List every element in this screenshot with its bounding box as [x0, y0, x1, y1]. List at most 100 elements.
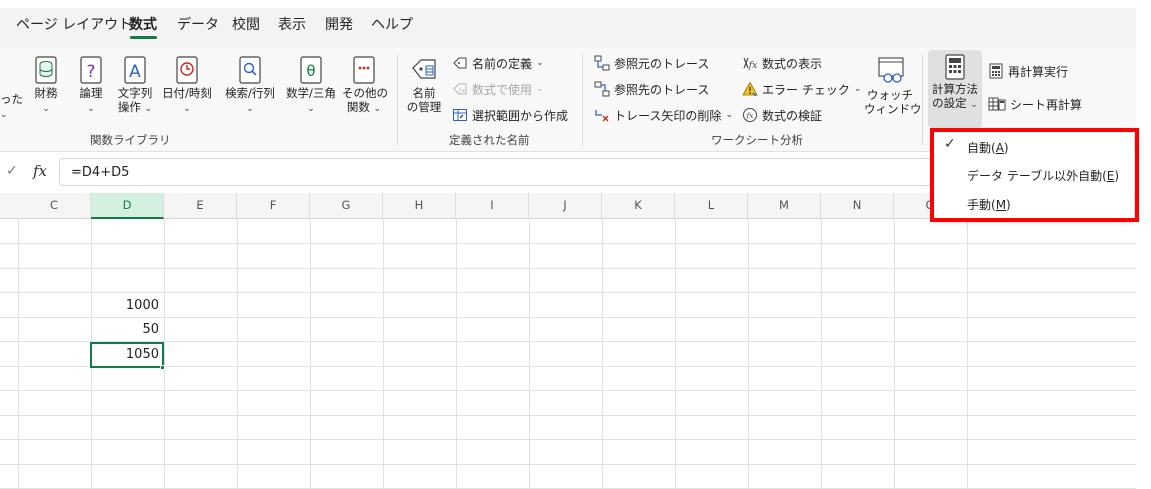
- column-header-m[interactable]: M: [748, 193, 821, 219]
- check-icon[interactable]: ✓: [6, 163, 18, 179]
- column-header-g[interactable]: G: [310, 193, 383, 219]
- column-header-f[interactable]: F: [237, 193, 310, 219]
- text-a-icon: A: [124, 56, 146, 84]
- tab-review[interactable]: 校閲: [232, 14, 260, 34]
- question-icon: ?: [80, 56, 102, 84]
- tag-formula-icon: fx: [453, 83, 467, 95]
- calculator-small-icon: [989, 63, 1003, 79]
- active-cell-border: [90, 342, 164, 368]
- grid-column-line: [456, 219, 457, 488]
- watch-window-label1: ウォッチ: [867, 88, 913, 102]
- lookup-reference-button[interactable]: 検索/行列 ⌄: [220, 56, 280, 116]
- trace-dependents-icon: [594, 81, 610, 97]
- chevron-down-icon: ⌄: [0, 110, 8, 120]
- svg-text:θ: θ: [306, 62, 315, 80]
- column-header-l[interactable]: L: [675, 193, 748, 219]
- clock-icon: [176, 56, 198, 84]
- chevron-down-icon: ⌄: [536, 84, 544, 94]
- insert-function-icon[interactable]: fx: [33, 162, 47, 180]
- cell-d4[interactable]: 1000: [91, 294, 163, 318]
- watch-glasses-icon: [878, 57, 904, 83]
- group-label-formula-auditing: ワークシート分析: [711, 133, 803, 147]
- column-header-h[interactable]: H: [383, 193, 456, 219]
- column-header-c[interactable]: C: [18, 193, 91, 219]
- create-from-selection-button[interactable]: 選択範囲から作成: [452, 105, 568, 125]
- logical-button[interactable]: ? 論理 ⌄: [74, 56, 108, 116]
- grid-row-line: [0, 243, 1136, 244]
- grid-row-line: [0, 414, 1136, 416]
- tab-data[interactable]: データ: [177, 14, 219, 34]
- column-header-n[interactable]: N: [821, 193, 894, 219]
- calculate-sheet-icon: [988, 97, 1006, 111]
- grid-column-line: [237, 219, 238, 488]
- highlight-box: [930, 128, 1139, 222]
- tab-developer[interactable]: 開発: [325, 14, 353, 34]
- grid-column-line: [310, 219, 311, 488]
- more-functions-label1: その他の: [342, 86, 388, 100]
- svg-text:fx: fx: [459, 87, 466, 95]
- define-name-label: 名前の定義: [472, 56, 533, 71]
- evaluate-formula-label: 数式の検証: [762, 108, 823, 123]
- grid-row-line: [0, 439, 1136, 440]
- grid-column-line: [164, 219, 165, 488]
- error-checking-button[interactable]: エラー チェック ⌄: [742, 79, 861, 99]
- group-label-function-library: 関数ライブラリ: [90, 133, 171, 147]
- column-header-i[interactable]: I: [456, 193, 529, 219]
- grid-column-line: [821, 219, 822, 488]
- define-name-button[interactable]: 名前の定義 ⌄: [452, 53, 544, 73]
- show-formulas-label: 数式の表示: [762, 56, 823, 71]
- text-functions-button[interactable]: A 文字列 操作 ⌄: [114, 56, 156, 116]
- tab-formulas[interactable]: 数式: [129, 14, 157, 34]
- name-tag-icon: [412, 59, 436, 79]
- formula-input[interactable]: [59, 158, 959, 186]
- remove-arrows-button[interactable]: トレース矢印の削除 ⌄: [594, 105, 733, 125]
- fill-handle[interactable]: [160, 365, 165, 370]
- more-functions-label2: 関数: [346, 100, 370, 114]
- column-header-j[interactable]: J: [529, 193, 602, 219]
- evaluate-formula-button[interactable]: fx 数式の検証: [742, 105, 822, 125]
- calculate-sheet-button[interactable]: シート再計算: [988, 94, 1082, 114]
- tab-view[interactable]: 表示: [278, 14, 306, 34]
- tab-page-layout[interactable]: ページ レイアウト: [16, 14, 132, 34]
- group-label-defined-names: 定義された名前: [449, 133, 530, 147]
- chevron-down-icon: ⌄: [853, 84, 862, 94]
- use-in-formula-button[interactable]: fx 数式で使用 ⌄: [452, 79, 544, 99]
- name-manager-button[interactable]: 名前 の管理: [404, 54, 444, 114]
- column-header-d[interactable]: D: [91, 193, 164, 219]
- ribbon-partial-button[interactable]: った ⌄: [0, 92, 23, 122]
- date-time-label: 日付/時刻: [162, 86, 212, 100]
- grid-column-line: [748, 219, 749, 488]
- financial-button[interactable]: 財務 ⌄: [29, 56, 63, 116]
- tab-help[interactable]: ヘルプ: [371, 14, 413, 34]
- cell-d5[interactable]: 50: [91, 318, 163, 342]
- date-time-button[interactable]: 日付/時刻 ⌄: [158, 56, 216, 116]
- column-header-e[interactable]: E: [164, 193, 237, 219]
- chevron-down-icon: ⌄: [373, 104, 382, 114]
- chevron-down-icon: ⌄: [144, 104, 153, 114]
- theta-icon: θ: [300, 56, 322, 84]
- grid-row-line: [0, 463, 1136, 465]
- trace-dependents-button[interactable]: 参照先のトレース: [594, 79, 709, 99]
- use-in-formula-label: 数式で使用: [472, 82, 533, 97]
- evaluate-formula-icon: fx: [743, 108, 757, 122]
- text-functions-label2: 操作: [117, 100, 141, 114]
- chevron-down-icon: ⌄: [307, 104, 315, 114]
- text-functions-label1: 文字列: [117, 86, 153, 100]
- math-trig-button[interactable]: θ 数学/三角 ⌄: [282, 56, 340, 116]
- calculation-options-button[interactable]: 計算方法 の設定 ⌄: [928, 50, 982, 128]
- grid-row-line: [0, 365, 1136, 367]
- calculate-now-button[interactable]: 再計算実行: [988, 61, 1068, 81]
- more-functions-button[interactable]: その他の 関数 ⌄: [342, 56, 388, 116]
- show-formulas-icon: fx: [743, 57, 757, 71]
- trace-precedents-button[interactable]: 参照元のトレース: [594, 53, 709, 73]
- grid-column-line: [383, 219, 384, 488]
- grid-column-line: [675, 219, 676, 488]
- show-formulas-button[interactable]: fx 数式の表示: [742, 53, 822, 73]
- column-header-k[interactable]: K: [602, 193, 675, 219]
- grid-row-line: [0, 341, 1136, 342]
- watch-window-button[interactable]: ウォッチ ウィンドウ: [864, 56, 922, 116]
- chevron-down-icon: ⌄: [246, 104, 254, 114]
- svg-text:fx: fx: [745, 111, 754, 120]
- svg-text:?: ?: [86, 62, 95, 82]
- grid-row-line: [0, 390, 1136, 391]
